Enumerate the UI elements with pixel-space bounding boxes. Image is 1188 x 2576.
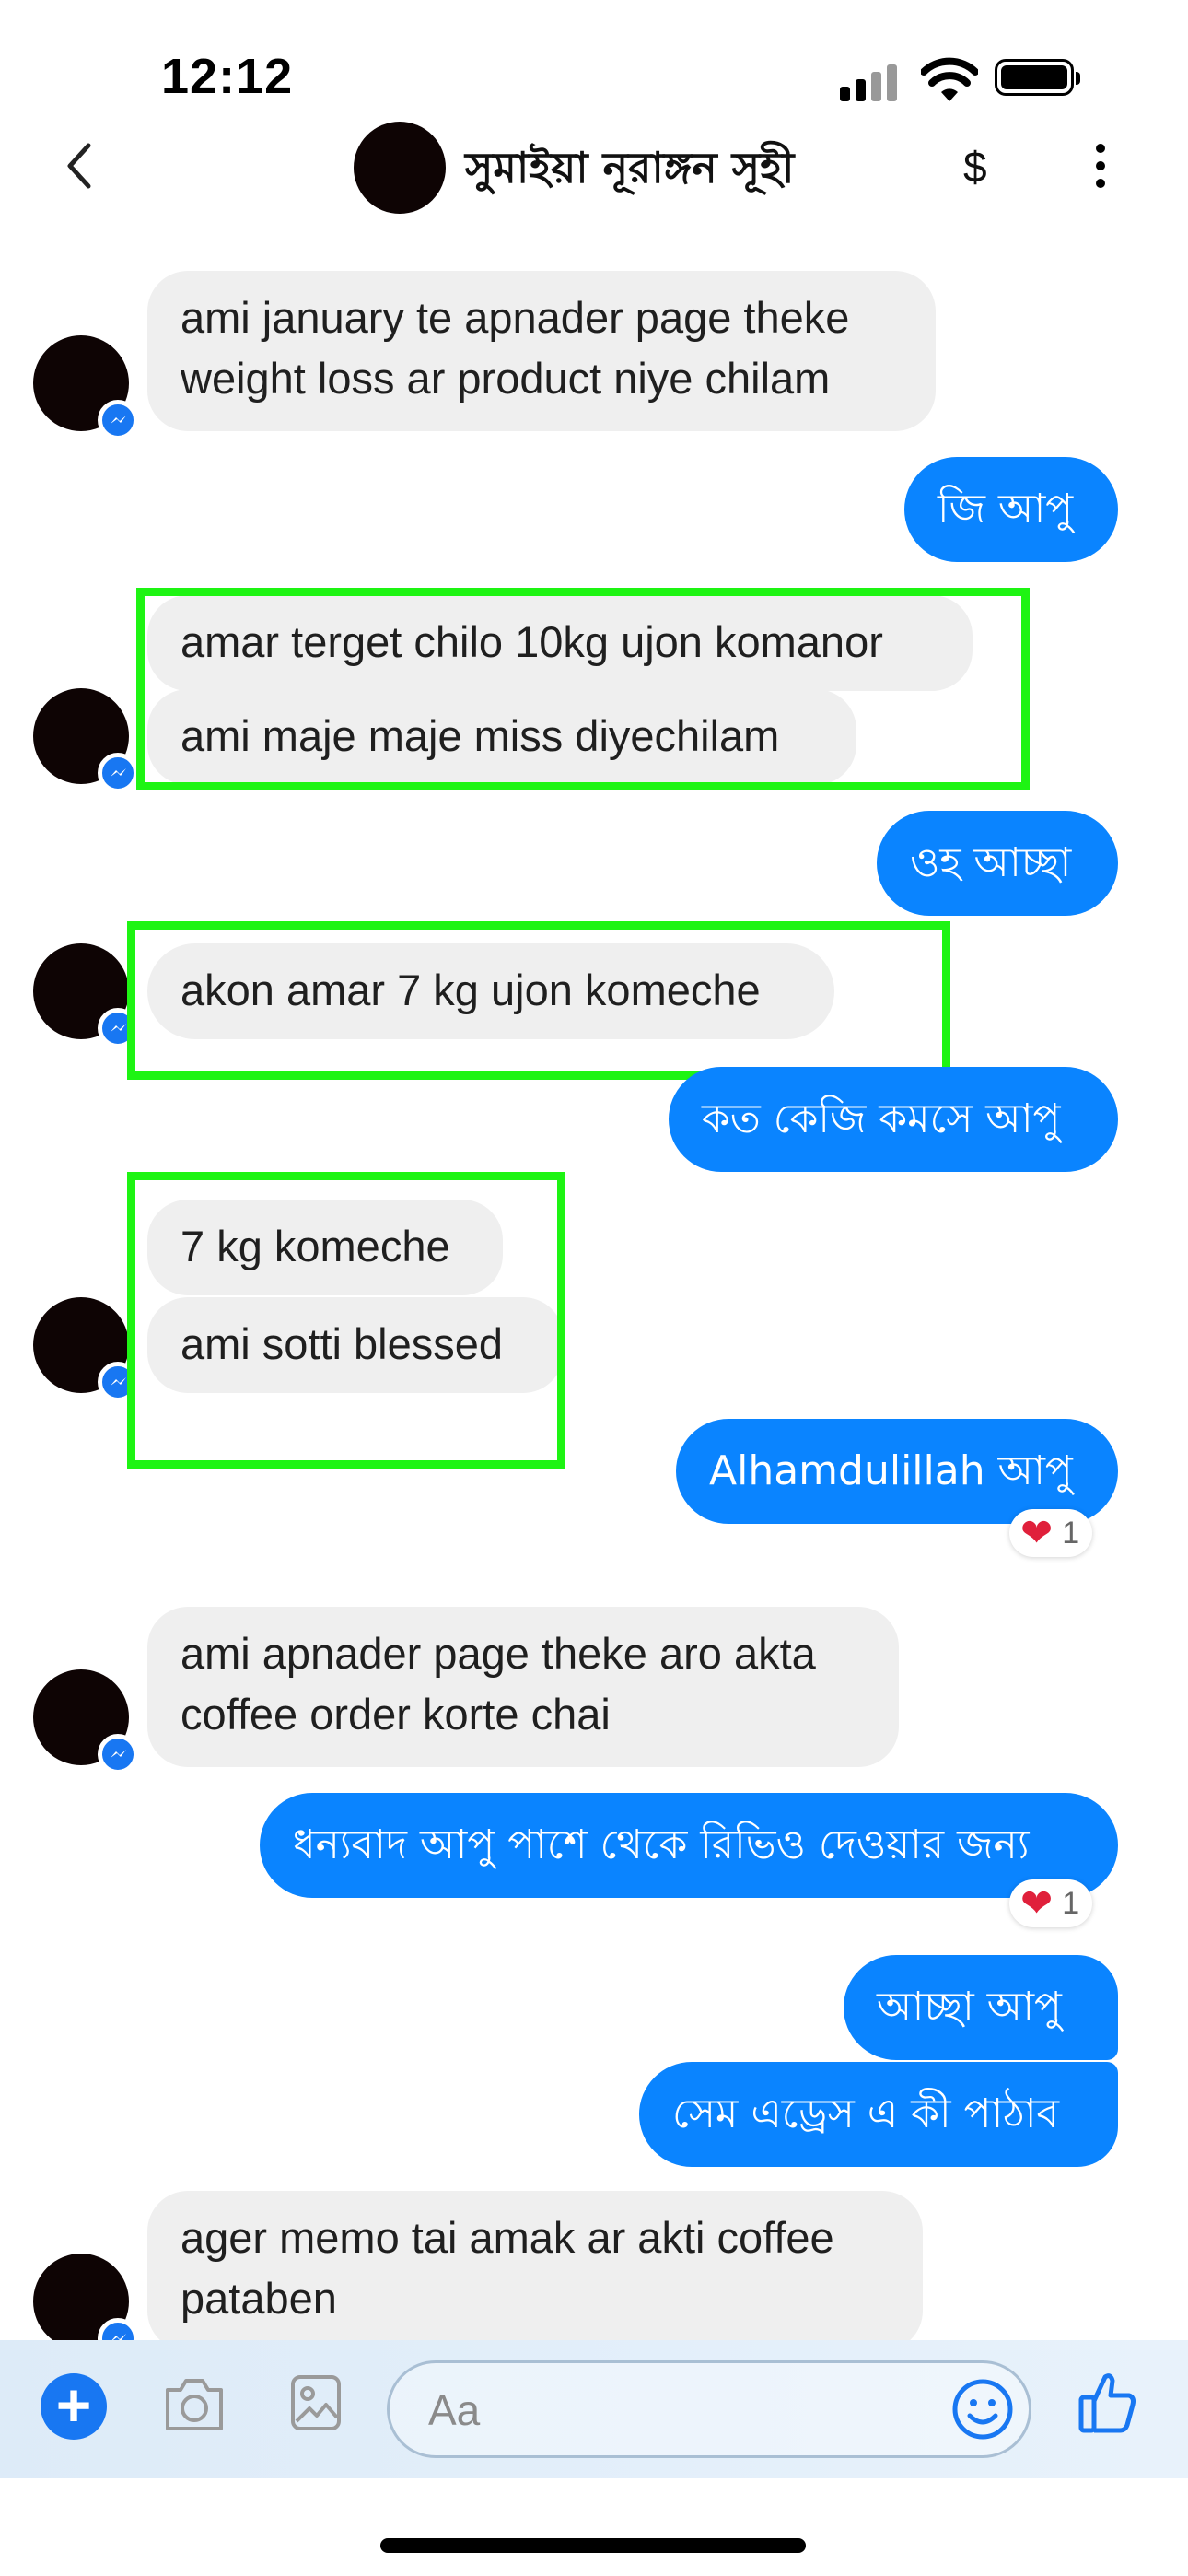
message-text: কত কেজি কমসে আপু (702, 1095, 1061, 1142)
message-input-placeholder: Aa (428, 2386, 481, 2434)
message-input[interactable]: Aa (387, 2360, 1031, 2458)
messenger-badge-icon (98, 2318, 138, 2340)
message-text: coffee order korte chai (181, 1690, 611, 1739)
message-text: ami january te apnader page theke (181, 293, 850, 342)
sender-avatar[interactable] (33, 1669, 138, 1774)
message-bubble-incoming[interactable]: ami apnader page theke aro akta coffee o… (147, 1607, 899, 1767)
message-text: ওহ আচ্ছা (910, 839, 1072, 886)
message-text: pataben (181, 2274, 337, 2323)
emoji-icon[interactable] (950, 2377, 1015, 2441)
heart-icon: ❤ (1020, 1880, 1054, 1926)
message-text: ager memo tai amak ar akti coffee (181, 2213, 834, 2262)
thumbs-up-icon[interactable] (1077, 2370, 1138, 2434)
composer-bar: + Aa (0, 2340, 1188, 2478)
message-list: ami january te apnader page theke weight… (0, 0, 1188, 2340)
sender-avatar[interactable] (33, 1297, 138, 1402)
image-icon[interactable] (289, 2373, 343, 2432)
message-text: আচ্ছা আপু (877, 1984, 1062, 2031)
reaction-count: 1 (1062, 1885, 1080, 1921)
message-text: Alhamdulillah আপু (709, 1447, 1073, 1494)
message-text: ami apnader page theke aro akta (181, 1629, 816, 1678)
home-indicator (380, 2538, 806, 2553)
heart-icon: ❤ (1020, 1510, 1054, 1555)
messenger-badge-icon (98, 753, 138, 793)
sender-avatar[interactable] (33, 688, 138, 793)
message-bubble-incoming[interactable]: ami january te apnader page theke weight… (147, 271, 936, 431)
message-text: সেম এড্রেস এ কী পাঠাব (672, 2090, 1060, 2137)
message-bubble-outgoing[interactable]: Alhamdulillah আপু (676, 1419, 1118, 1524)
reaction-count: 1 (1062, 1515, 1080, 1551)
highlight-box (136, 588, 1030, 790)
message-text: weight loss ar product niye chilam (181, 354, 831, 403)
message-reaction[interactable]: ❤ 1 (1009, 1509, 1093, 1557)
sender-avatar[interactable] (33, 943, 138, 1048)
messenger-badge-icon (98, 1734, 138, 1774)
message-bubble-outgoing[interactable]: জি আপু (904, 457, 1118, 562)
message-reaction[interactable]: ❤ 1 (1009, 1879, 1093, 1927)
message-bubble-outgoing[interactable]: সেম এড্রেস এ কী পাঠাব (639, 2062, 1118, 2167)
plus-icon[interactable]: + (41, 2373, 107, 2440)
message-bubble-outgoing[interactable]: আচ্ছা আপু (844, 1955, 1118, 2060)
camera-icon[interactable] (162, 2375, 227, 2434)
message-bubble-outgoing[interactable]: কত কেজি কমসে আপু (669, 1067, 1118, 1172)
message-text: ধন্যবাদ আপু পাশে থেকে রিভিও দেওয়ার জন্য (293, 1821, 1030, 1868)
messenger-badge-icon (98, 400, 138, 440)
message-bubble-outgoing[interactable]: ধন্যবাদ আপু পাশে থেকে রিভিও দেওয়ার জন্য (260, 1793, 1118, 1898)
highlight-box (127, 1172, 565, 1469)
message-text: জি আপু (938, 486, 1074, 533)
sender-avatar[interactable] (33, 2254, 138, 2340)
message-bubble-incoming[interactable]: ager memo tai amak ar akti coffee patabe… (147, 2191, 923, 2340)
sender-avatar[interactable] (33, 335, 138, 440)
highlight-box (127, 921, 950, 1080)
message-bubble-outgoing[interactable]: ওহ আচ্ছা (877, 811, 1118, 916)
